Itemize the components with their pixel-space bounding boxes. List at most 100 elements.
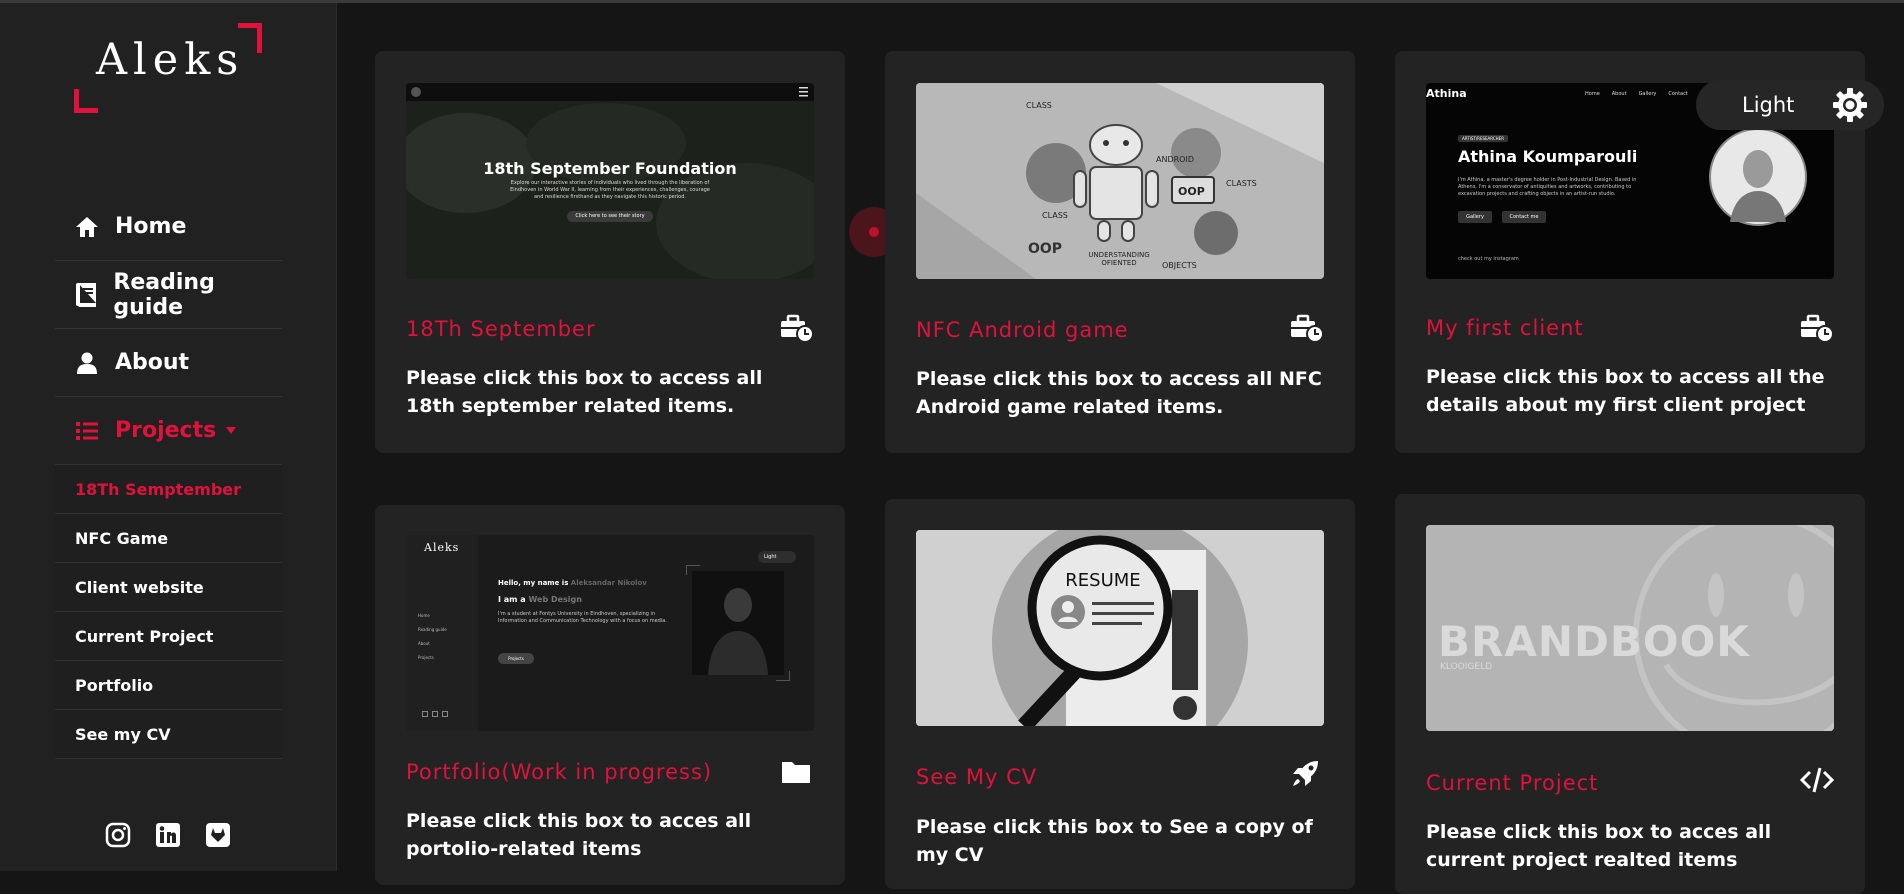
list-icon bbox=[73, 417, 101, 445]
briefcase-clock-icon bbox=[781, 314, 814, 343]
thumb-label: CLASS bbox=[1026, 101, 1052, 110]
submenu-item-see-cv[interactable]: See my CV bbox=[55, 710, 282, 759]
card-thumbnail: CLASS ANDROID OOP CLASS OOP CLASTS UNDER… bbox=[916, 83, 1324, 279]
nav-item-label: Projects bbox=[115, 418, 217, 443]
project-card-portfolio[interactable]: Aleks Home Reading guide About Projects … bbox=[375, 505, 845, 885]
project-card-18th-september[interactable]: 18th September Foundation Explore our in… bbox=[375, 51, 845, 453]
thumb-body: I'm a student at Fontys University in Ei… bbox=[498, 611, 667, 624]
thumb-name: Athina Koumparouli bbox=[1458, 147, 1638, 166]
thumb-btn: Gallery bbox=[1458, 211, 1492, 223]
project-card-nfc-android-game[interactable]: CLASS ANDROID OOP CLASS OOP CLASTS UNDER… bbox=[885, 51, 1355, 453]
card-thumbnail: BRANDBOOK KLOOIGELD bbox=[1426, 525, 1834, 731]
nav-item-projects[interactable]: Projects bbox=[55, 397, 282, 465]
logo[interactable]: Aleks bbox=[74, 21, 264, 113]
thumb-label: UNDERSTANDING OFIENTED bbox=[1088, 251, 1150, 267]
social-links bbox=[104, 821, 232, 849]
card-title: Portfolio(Work in progress) bbox=[406, 760, 713, 784]
thumb-btn: Contact me bbox=[1502, 211, 1546, 223]
briefcase-clock-icon bbox=[1291, 314, 1324, 343]
linkedin-icon[interactable] bbox=[154, 821, 182, 849]
projects-submenu: 18Th Semptember NFC Game Client website … bbox=[55, 465, 282, 759]
card-title: See My CV bbox=[916, 765, 1038, 789]
portrait-image bbox=[1709, 128, 1807, 226]
briefcase-clock-icon bbox=[1801, 314, 1834, 343]
thumb-nav-item: Home bbox=[418, 613, 430, 618]
submenu-item-nfc-game[interactable]: NFC Game bbox=[55, 514, 282, 563]
logo-text: Aleks bbox=[96, 35, 245, 85]
submenu-item-client-website[interactable]: Client website bbox=[55, 563, 282, 612]
submenu-item-portfolio[interactable]: Portfolio bbox=[55, 661, 282, 710]
thumb-toggle: Light bbox=[758, 551, 796, 563]
thumb-body: Explore our interactive stories of indiv… bbox=[510, 180, 710, 200]
thumb-nav-item: About bbox=[418, 641, 430, 646]
home-icon bbox=[73, 213, 101, 241]
thumb-nav-item: Home bbox=[1585, 91, 1600, 97]
thumb-brand: Athina bbox=[1426, 87, 1467, 100]
thumb-badge: ARTIST/RESEARCHER bbox=[1458, 135, 1508, 142]
thumb-nav: Home About Gallery Contact bbox=[1585, 91, 1688, 97]
caret-down-icon bbox=[226, 427, 237, 434]
thumb-nav-item: Contact bbox=[1668, 91, 1688, 97]
linkedin-icon bbox=[432, 711, 438, 717]
card-description: Please click this box to acces all curre… bbox=[1426, 821, 1772, 871]
code-icon bbox=[1800, 767, 1834, 793]
theme-toggle[interactable]: Light bbox=[1696, 80, 1884, 130]
nav-item-reading-guide[interactable]: Reading guide bbox=[55, 261, 282, 329]
project-card-current-project[interactable]: BRANDBOOK KLOOIGELD Current Project Plea… bbox=[1395, 494, 1865, 894]
user-icon bbox=[73, 349, 101, 377]
card-description: Please click this box to See a copy of m… bbox=[916, 816, 1313, 866]
card-description: Please click this box to access all NFC … bbox=[916, 368, 1322, 418]
card-thumbnail: 18th September Foundation Explore our in… bbox=[406, 83, 814, 279]
thumb-hello: Hello, my name is Aleksandar Nikolov bbox=[498, 579, 647, 587]
thumb-heading: BRANDBOOK bbox=[1438, 617, 1750, 666]
thumb-social bbox=[422, 711, 448, 717]
thumb-nav-item: About bbox=[1611, 91, 1627, 97]
thumb-logo: Aleks bbox=[424, 541, 460, 554]
gitlab-icon bbox=[442, 711, 448, 717]
project-card-see-my-cv[interactable]: RESUME See My CV Please click this box t… bbox=[885, 499, 1355, 889]
sidebar: Aleks Home Reading guide About Projects bbox=[0, 3, 337, 871]
thumb-footer: check out my instagram bbox=[1458, 256, 1519, 262]
thumb-btn: Projects bbox=[498, 653, 534, 664]
thumb-label: RESUME bbox=[1065, 570, 1141, 591]
card-description: Please click this box to acces all porto… bbox=[406, 810, 752, 860]
folder-icon bbox=[782, 762, 810, 783]
thumb-role: Web Design bbox=[528, 595, 582, 604]
nav-item-label: About bbox=[115, 350, 190, 375]
thumb-label: OOP bbox=[1178, 185, 1205, 198]
gear-icon bbox=[1833, 88, 1867, 122]
gitlab-icon[interactable] bbox=[204, 821, 232, 849]
thumb-body: I'm Athina, a master's degree holder in … bbox=[1458, 177, 1637, 197]
thumb-iam: I am a Web Design bbox=[498, 595, 582, 604]
thumb-name: Aleksandar Nikolov bbox=[570, 579, 647, 587]
card-title: 18Th September bbox=[406, 317, 596, 341]
thumb-label: OBJECTS bbox=[1162, 261, 1197, 270]
thumb-button: Click here to see their story bbox=[567, 211, 653, 222]
nav-item-label: Reading guide bbox=[113, 269, 215, 320]
thumb-nav-item: Reading guide bbox=[418, 627, 447, 632]
instagram-icon bbox=[422, 711, 428, 717]
nav-item-about[interactable]: About bbox=[55, 329, 282, 397]
thumb-nav: Home Reading guide About Projects bbox=[418, 609, 447, 665]
main-nav: Home Reading guide About Projects 18Th S… bbox=[55, 193, 282, 759]
card-description: Please click this box to access all 18th… bbox=[406, 367, 763, 417]
card-title: My first client bbox=[1426, 316, 1584, 340]
android-collage-image bbox=[916, 83, 1324, 279]
thumb-iam-text: I am a bbox=[498, 595, 526, 604]
nav-item-home[interactable]: Home bbox=[55, 193, 282, 261]
card-title: Current Project bbox=[1426, 771, 1599, 795]
submenu-item-current-project[interactable]: Current Project bbox=[55, 612, 282, 661]
thumb-label: ANDROID bbox=[1156, 155, 1194, 164]
theme-toggle-label: Light bbox=[1742, 93, 1795, 117]
thumb-hello-text: Hello, my name is bbox=[498, 579, 569, 587]
instagram-icon[interactable] bbox=[104, 821, 132, 849]
thumb-label: OOP bbox=[1028, 241, 1063, 257]
thumb-label: CLASTS bbox=[1226, 179, 1257, 188]
card-thumbnail: Aleks Home Reading guide About Projects … bbox=[406, 535, 814, 731]
thumb-label: CLASS bbox=[1042, 211, 1068, 220]
thumb-heading: 18th September Foundation bbox=[483, 159, 737, 178]
thumb-nav-item: Gallery bbox=[1638, 91, 1657, 97]
logo-corner-bottom-left bbox=[74, 89, 98, 113]
submenu-item-18th-september[interactable]: 18Th Semptember bbox=[55, 465, 282, 514]
book-icon bbox=[73, 281, 99, 309]
